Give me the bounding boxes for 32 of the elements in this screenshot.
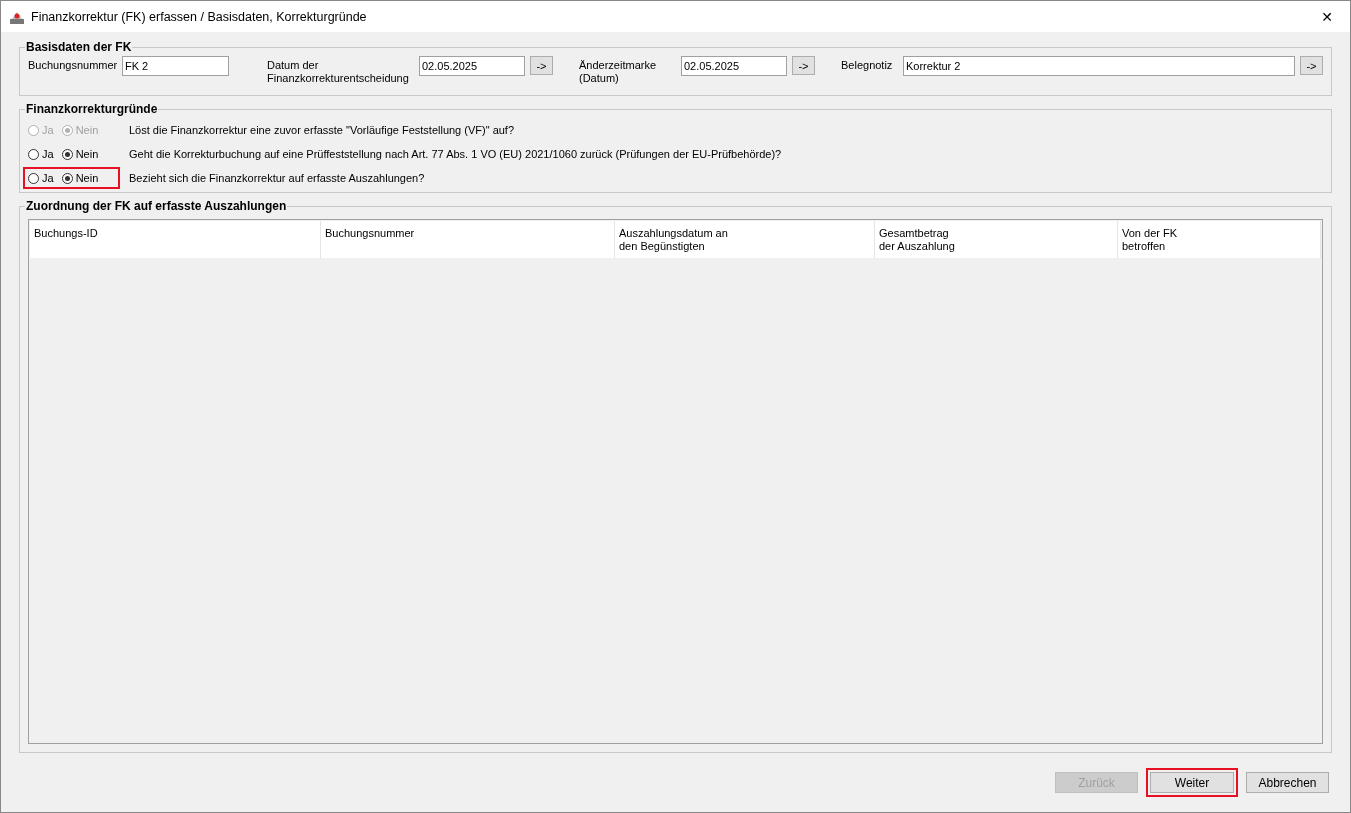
- column-header[interactable]: Buchungs-ID: [30, 221, 321, 258]
- column-header[interactable]: Buchungsnummer: [321, 221, 615, 258]
- column-header[interactable]: Gesamtbetrag der Auszahlung: [875, 221, 1118, 258]
- group-title: Finanzkorrekturgründe: [25, 102, 159, 116]
- arrow-button[interactable]: ->: [1300, 56, 1323, 75]
- radio-option: Ja: [28, 124, 54, 136]
- input-field[interactable]: 02.05.2025: [681, 56, 787, 76]
- field-label: Buchungsnummer: [28, 58, 119, 72]
- group-title: Basisdaten der FK: [25, 40, 133, 54]
- field-label: Belegnotiz: [841, 58, 894, 72]
- radio-option: Nein: [61, 124, 99, 136]
- input-field[interactable]: Korrektur 2: [903, 56, 1295, 76]
- radio-option[interactable]: Nein: [61, 172, 99, 184]
- field-label: Änderzeitmarke (Datum): [579, 58, 658, 85]
- column-header[interactable]: Von der FK betroffen: [1118, 221, 1321, 258]
- window-title: Finanzkorrektur (FK) erfassen / Basisdaten, Korrekturgründe: [31, 9, 368, 24]
- radio-option[interactable]: Ja: [28, 148, 54, 160]
- dialog-button[interactable]: Abbrechen: [1246, 772, 1329, 793]
- input-field[interactable]: 02.05.2025: [419, 56, 525, 76]
- dialog-button[interactable]: Weiter: [1150, 772, 1234, 793]
- radio-option[interactable]: Nein: [61, 148, 99, 160]
- question-text: Bezieht sich die Finanzkorrektur auf erfasste Auszahlungen?: [129, 172, 425, 184]
- group-title: Zuordnung der FK auf erfasste Auszahlungen: [25, 199, 288, 213]
- column-header[interactable]: Auszahlungsdatum an den Begünstigten: [615, 221, 875, 258]
- arrow-button[interactable]: ->: [530, 56, 553, 75]
- arrow-button[interactable]: ->: [792, 56, 815, 75]
- input-field[interactable]: FK 2: [122, 56, 229, 76]
- close-button[interactable]: ✕: [1304, 1, 1350, 32]
- field-label: Datum der Finanzkorrekturentscheidung: [267, 58, 410, 85]
- question-text: Geht die Korrekturbuchung auf eine Prüffeststellung nach Art. 77 Abs. 1 VO (EU) 2021/1060 zurück (Prüfungen der EU-Prüfbehörde)?: [129, 148, 782, 160]
- question-text: Löst die Finanzkorrektur eine zuvor erfasste "Vorläufige Feststellung (VF)" auf?: [129, 124, 515, 136]
- radio-option[interactable]: Ja: [28, 172, 54, 184]
